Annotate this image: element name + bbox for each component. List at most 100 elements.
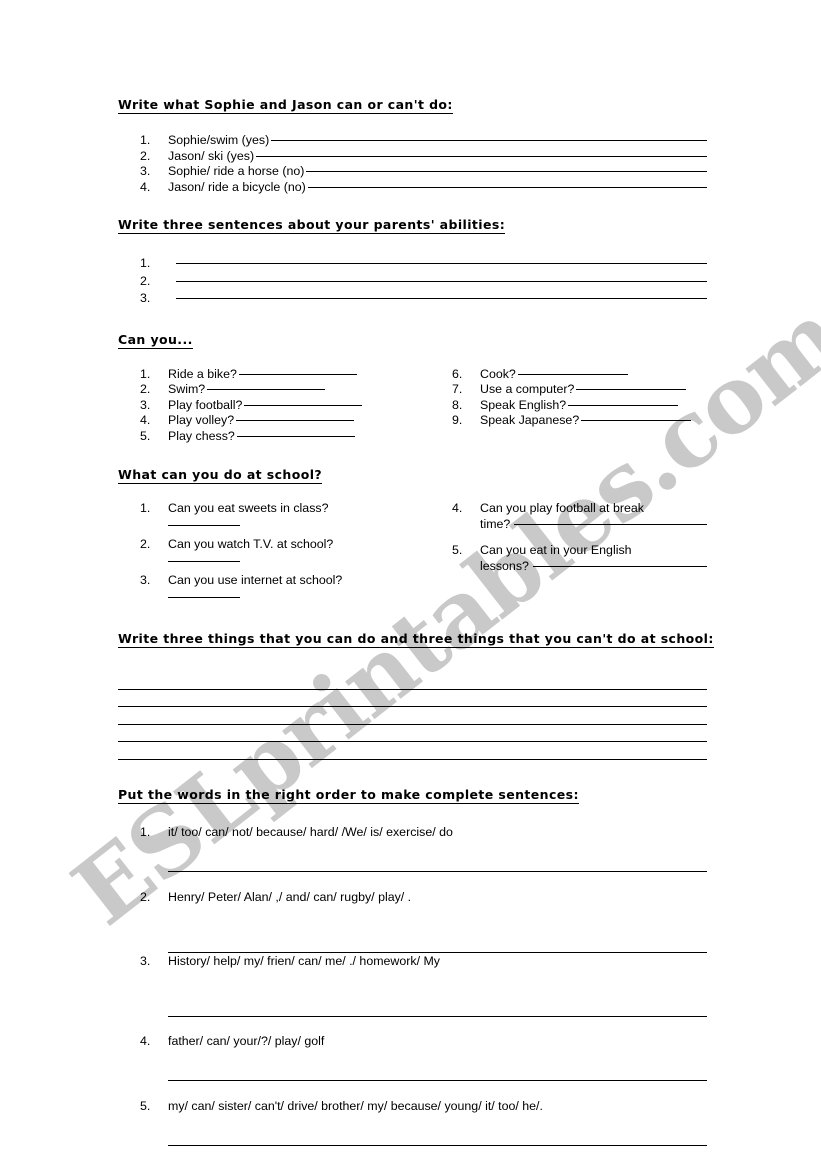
canyou-column-left: 1. Ride a bike? 2. Swim? 3. Play footbal… — [140, 367, 452, 445]
answer-line[interactable] — [568, 404, 679, 406]
answer-line[interactable] — [271, 140, 707, 141]
canyou-columns: 1. Ride a bike? 2. Swim? 3. Play footbal… — [140, 367, 707, 445]
item-number: 2. — [140, 148, 151, 163]
answer-line[interactable] — [176, 298, 707, 299]
section-order-heading: Put the words in the right order to make… — [118, 786, 579, 804]
item-number: 2. — [140, 382, 151, 396]
answer-line[interactable] — [532, 566, 707, 567]
question-tail-row: lessons? — [480, 558, 707, 574]
item-number: 3. — [140, 573, 151, 587]
item-number: 5. — [140, 1098, 151, 1113]
abilities-list: 1. Sophie/swim (yes) 2. Jason/ ski (yes)… — [140, 133, 707, 195]
order-row: 1. it/ too/ can/ not/ because/ hard/ /We… — [140, 824, 707, 840]
answer-line[interactable] — [581, 420, 692, 421]
list-item: 1. Ride a bike? — [140, 367, 452, 383]
question-text: Can you use internet at school? — [168, 573, 343, 587]
answer-line[interactable] — [168, 1114, 707, 1146]
answer-line[interactable] — [168, 516, 240, 526]
answer-line[interactable] — [238, 373, 357, 375]
answer-line[interactable] — [307, 186, 707, 188]
list-item: 1. — [140, 255, 707, 273]
question-tail: lessons? — [480, 559, 529, 573]
question-body: Can you eat sweets in class? — [168, 500, 452, 526]
worksheet-page: Write what Sophie and Jason can or can't… — [0, 0, 821, 1169]
answer-line[interactable] — [517, 373, 628, 375]
school-list-right: 4. Can you play football at break time? … — [452, 500, 707, 574]
list-item: 3. History/ help/ my/ frien/ can/ me/ ./… — [140, 953, 707, 1033]
item-number: 9. — [452, 413, 463, 427]
order-list: 1. it/ too/ can/ not/ because/ hard/ /We… — [140, 824, 707, 1146]
answer-line[interactable] — [168, 840, 707, 872]
answer-line[interactable] — [176, 263, 707, 264]
item-text: father/ can/ your/?/ play/ golf — [168, 1033, 325, 1048]
item-number: 3. — [140, 397, 151, 412]
parents-list: 1. 2. 3. — [140, 255, 707, 308]
blank-line[interactable] — [118, 672, 707, 690]
question-body: Can you use internet at school? — [168, 572, 452, 598]
answer-line[interactable] — [306, 171, 707, 172]
item-number: 3. — [140, 164, 151, 178]
item-text: my/ can/ sister/ can't/ drive/ brother/ … — [168, 1098, 543, 1113]
item-text: Henry/ Peter/ Alan/ ,/ and/ can/ rugby/ … — [168, 889, 412, 904]
item-number: 8. — [452, 397, 463, 412]
section-order-heading-row: Put the words in the right order to make… — [118, 786, 707, 804]
item-text: it/ too/ can/ not/ because/ hard/ /We/ i… — [168, 824, 453, 839]
item-number: 2. — [140, 537, 151, 551]
answer-line[interactable] — [576, 389, 687, 390]
item-number: 4. — [140, 179, 151, 194]
answer-line[interactable] — [256, 155, 707, 157]
list-item: 2. Can you watch T.V. at school? — [140, 536, 452, 562]
section-writethree-heading: Write three things that you can do and t… — [118, 631, 714, 648]
list-item: 6. Cook? — [452, 367, 707, 383]
answer-line[interactable] — [176, 280, 707, 282]
school-columns: 1. Can you eat sweets in class? 2. Can y… — [140, 500, 707, 608]
item-text: Speak Japanese? — [480, 413, 580, 427]
blank-line[interactable] — [118, 725, 707, 742]
school-column-right: 4. Can you play football at break time? … — [452, 500, 707, 608]
answer-line[interactable] — [168, 588, 240, 598]
item-number: 7. — [452, 382, 463, 396]
answer-line[interactable] — [514, 524, 707, 525]
item-number: 3. — [140, 953, 151, 968]
blank-lines-block — [118, 672, 707, 760]
question-text: Can you eat sweets in class? — [168, 501, 329, 515]
blank-line[interactable] — [118, 742, 707, 760]
item-text: Ride a bike? — [168, 366, 237, 381]
question-body: Can you watch T.V. at school? — [168, 536, 452, 562]
blank-line[interactable] — [118, 690, 707, 707]
item-text: Jason/ ride a bicycle (no) — [168, 179, 306, 194]
answer-line[interactable] — [168, 905, 707, 953]
section-canyou-heading-row: Can you... — [118, 331, 707, 349]
item-text: Play volley? — [168, 413, 235, 427]
item-number: 5. — [452, 543, 463, 557]
item-number: 3. — [140, 291, 151, 305]
item-number: 1. — [140, 366, 151, 381]
question-body: Can you play football at break time? — [480, 500, 707, 532]
question-tail: time? — [480, 517, 511, 531]
list-item: 8. Speak English? — [452, 398, 707, 414]
answer-line[interactable] — [168, 1049, 707, 1081]
item-text: Sophie/ ride a horse (no) — [168, 164, 305, 178]
canyou-list-right: 6. Cook? 7. Use a computer? 8. Speak Eng… — [452, 367, 707, 429]
list-item: 3. — [140, 290, 707, 308]
answer-line[interactable] — [168, 969, 707, 1017]
worksheet-content: Write what Sophie and Jason can or can't… — [118, 96, 714, 1162]
order-row: 3. History/ help/ my/ frien/ can/ me/ ./… — [140, 953, 707, 969]
question-tail-row: time? — [480, 516, 707, 532]
list-item: 1. Sophie/swim (yes) — [140, 133, 707, 149]
answer-line[interactable] — [207, 389, 326, 390]
list-item: 3. Sophie/ ride a horse (no) — [140, 164, 707, 180]
list-item: 5. Play chess? — [140, 429, 452, 445]
list-item: 3. Play football? — [140, 398, 452, 414]
answer-line[interactable] — [244, 404, 363, 406]
answer-line[interactable] — [168, 552, 240, 562]
list-item: 3. Can you use internet at school? — [140, 572, 452, 598]
answer-line[interactable] — [236, 435, 355, 437]
section-parents-heading: Write three sentences about your parents… — [118, 217, 506, 234]
list-item: 4. Can you play football at break time? — [452, 500, 707, 532]
section-writethree-heading-row: Write three things that you can do and t… — [118, 630, 714, 648]
item-number: 1. — [140, 133, 151, 147]
answer-line[interactable] — [236, 420, 355, 421]
blank-line[interactable] — [118, 707, 707, 725]
